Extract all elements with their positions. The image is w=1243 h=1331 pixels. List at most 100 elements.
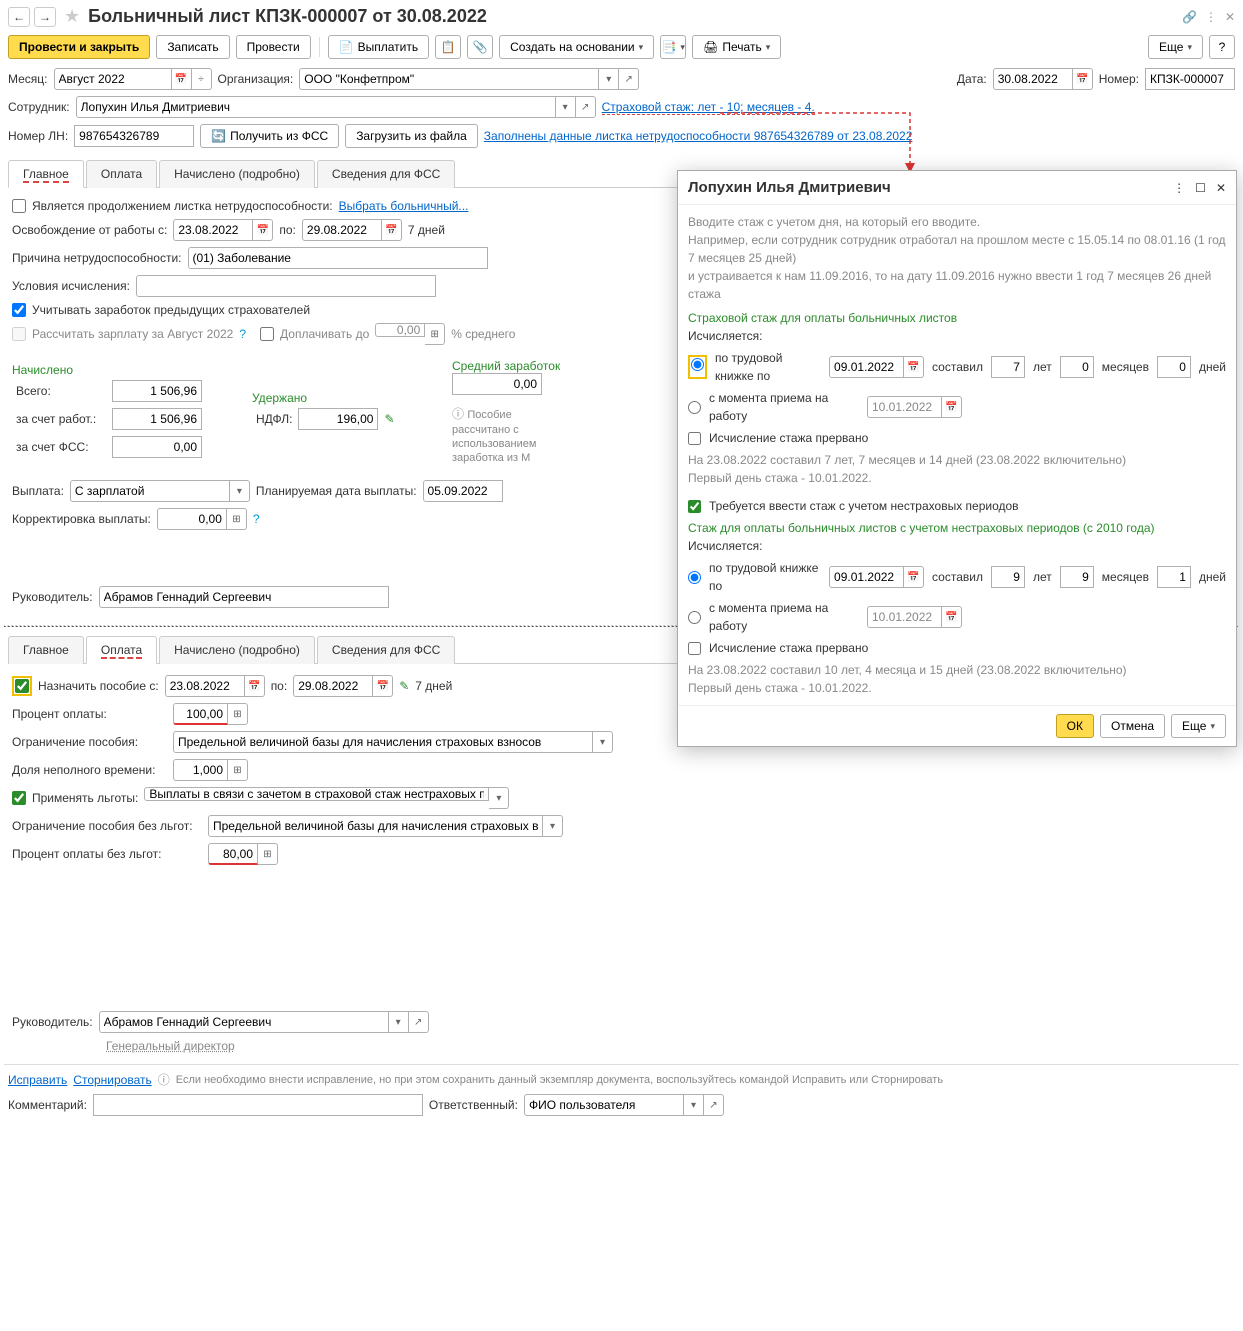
storno-link[interactable]: Сторнировать bbox=[73, 1073, 151, 1087]
num-input[interactable] bbox=[1145, 68, 1235, 90]
tab2-fss[interactable]: Сведения для ФСС bbox=[317, 636, 455, 664]
assign-checkbox[interactable] bbox=[15, 679, 29, 693]
date-input[interactable] bbox=[993, 68, 1073, 90]
radio-workbook1[interactable] bbox=[691, 358, 704, 371]
prev-insurers-checkbox[interactable] bbox=[12, 303, 26, 317]
favorite-icon[interactable]: ★ bbox=[64, 6, 80, 27]
date-calendar-icon[interactable]: 📅 bbox=[1073, 68, 1093, 90]
post-button[interactable]: Провести bbox=[236, 35, 311, 59]
forward-button[interactable]: → bbox=[34, 7, 56, 27]
calendar-icon[interactable]: 📅 bbox=[253, 219, 273, 241]
comment-input[interactable] bbox=[93, 1094, 423, 1116]
pencil-icon[interactable]: ✎ bbox=[384, 412, 394, 426]
years2[interactable] bbox=[991, 566, 1025, 588]
copy-button[interactable]: 📑 bbox=[660, 35, 686, 59]
back-button[interactable]: ← bbox=[8, 7, 30, 27]
month-spinner[interactable]: ÷ bbox=[192, 68, 212, 90]
workbook-date2[interactable] bbox=[829, 566, 904, 588]
continuation-checkbox[interactable] bbox=[12, 199, 26, 213]
mgr-input[interactable] bbox=[99, 586, 389, 608]
emp-input[interactable] bbox=[76, 96, 556, 118]
tab-fss[interactable]: Сведения для ФСС bbox=[317, 160, 455, 188]
months1[interactable] bbox=[1060, 356, 1094, 378]
month-calendar-icon[interactable]: 📅 bbox=[172, 68, 192, 90]
limit-nb-input[interactable] bbox=[208, 815, 543, 837]
ln-data-link[interactable]: Заполнены данные листка нетрудоспособнос… bbox=[484, 129, 913, 143]
org-open[interactable]: ↗ bbox=[619, 68, 639, 90]
workbook-date1[interactable] bbox=[829, 356, 904, 378]
panel-ok-button[interactable]: ОК bbox=[1056, 714, 1094, 738]
total-input[interactable] bbox=[112, 380, 202, 402]
emp-dropdown[interactable]: ▾ bbox=[556, 96, 576, 118]
radio-hire2[interactable] bbox=[688, 611, 701, 624]
panel-cancel-button[interactable]: Отмена bbox=[1100, 714, 1165, 738]
fss-part-input[interactable] bbox=[112, 436, 202, 458]
get-fss-button[interactable]: 🔄Получить из ФСС bbox=[200, 124, 339, 148]
months2[interactable] bbox=[1060, 566, 1094, 588]
pct-input[interactable] bbox=[173, 703, 228, 725]
fix-link[interactable]: Исправить bbox=[8, 1073, 67, 1087]
plan-date-input[interactable] bbox=[423, 480, 503, 502]
years1[interactable] bbox=[991, 356, 1025, 378]
month-input[interactable] bbox=[54, 68, 172, 90]
write-button[interactable]: Записать bbox=[156, 35, 229, 59]
part-input[interactable] bbox=[173, 759, 228, 781]
insurance-link[interactable]: Страховой стаж: лет - 10; месяцев - 4. bbox=[602, 100, 815, 115]
tab2-pay[interactable]: Оплата bbox=[86, 636, 157, 664]
org-input[interactable] bbox=[299, 68, 599, 90]
load-file-button[interactable]: Загрузить из файла bbox=[345, 124, 478, 148]
need-noninsurance-checkbox[interactable] bbox=[688, 500, 701, 513]
kebab-icon[interactable]: ⋮ bbox=[1205, 10, 1217, 24]
link-icon[interactable]: 🔗 bbox=[1182, 10, 1197, 24]
panel-kebab-icon[interactable]: ⋮ bbox=[1173, 181, 1185, 195]
conditions-input[interactable] bbox=[136, 275, 436, 297]
radio-hire1[interactable] bbox=[688, 401, 701, 414]
create-based-button[interactable]: Создать на основании bbox=[499, 35, 654, 59]
help-button[interactable]: ? bbox=[1209, 35, 1235, 59]
org-dropdown[interactable]: ▾ bbox=[599, 68, 619, 90]
benefit-input[interactable] bbox=[144, 787, 489, 801]
pencil-icon[interactable]: ✎ bbox=[399, 679, 409, 693]
panel-more-button[interactable]: Еще bbox=[1171, 714, 1226, 738]
assign-from-input[interactable] bbox=[165, 675, 245, 697]
benefit-checkbox[interactable] bbox=[12, 791, 26, 805]
days2[interactable] bbox=[1157, 566, 1191, 588]
ndfl-input[interactable] bbox=[298, 408, 378, 430]
emp-part-input[interactable] bbox=[112, 408, 202, 430]
tab-accrued[interactable]: Начислено (подробно) bbox=[159, 160, 315, 188]
calendar-icon[interactable]: 📅 bbox=[382, 219, 402, 241]
close-icon[interactable]: ✕ bbox=[1225, 10, 1235, 24]
position-link[interactable]: Генеральный директор bbox=[106, 1039, 235, 1053]
print-button[interactable]: 🖨Печать bbox=[692, 35, 781, 59]
panel-close-icon[interactable]: ✕ bbox=[1216, 181, 1226, 195]
days1[interactable] bbox=[1157, 356, 1191, 378]
responsible-input[interactable] bbox=[524, 1094, 684, 1116]
pick-ln-link[interactable]: Выбрать больничный... bbox=[339, 199, 469, 213]
corr-input[interactable] bbox=[157, 508, 227, 530]
report-button[interactable]: 📋 bbox=[435, 35, 461, 59]
tab2-accrued[interactable]: Начислено (подробно) bbox=[159, 636, 315, 664]
tab-main[interactable]: Главное bbox=[8, 160, 84, 188]
reason-input[interactable] bbox=[188, 247, 488, 269]
limit-input[interactable] bbox=[173, 731, 593, 753]
pct-nb-input[interactable] bbox=[208, 843, 258, 865]
footer-mgr-input[interactable] bbox=[99, 1011, 389, 1033]
topup-input[interactable] bbox=[375, 323, 425, 337]
ln-input[interactable] bbox=[74, 125, 194, 147]
topup-checkbox[interactable] bbox=[260, 327, 274, 341]
tab-pay[interactable]: Оплата bbox=[86, 160, 157, 188]
tab2-main[interactable]: Главное bbox=[8, 636, 84, 664]
free-from-input[interactable] bbox=[173, 219, 253, 241]
post-and-close-button[interactable]: Провести и закрыть bbox=[8, 35, 150, 59]
more-button[interactable]: Еще bbox=[1148, 35, 1203, 59]
payout-input[interactable] bbox=[70, 480, 230, 502]
interrupted2-checkbox[interactable] bbox=[688, 642, 701, 655]
panel-maximize-icon[interactable]: ☐ bbox=[1195, 181, 1206, 195]
pay-button[interactable]: 📄Выплатить bbox=[328, 35, 429, 59]
radio-workbook2[interactable] bbox=[688, 571, 701, 584]
attach-button[interactable]: 📎 bbox=[467, 35, 493, 59]
emp-open[interactable]: ↗ bbox=[576, 96, 596, 118]
free-to-input[interactable] bbox=[302, 219, 382, 241]
assign-to-input[interactable] bbox=[293, 675, 373, 697]
interrupted1-checkbox[interactable] bbox=[688, 432, 701, 445]
